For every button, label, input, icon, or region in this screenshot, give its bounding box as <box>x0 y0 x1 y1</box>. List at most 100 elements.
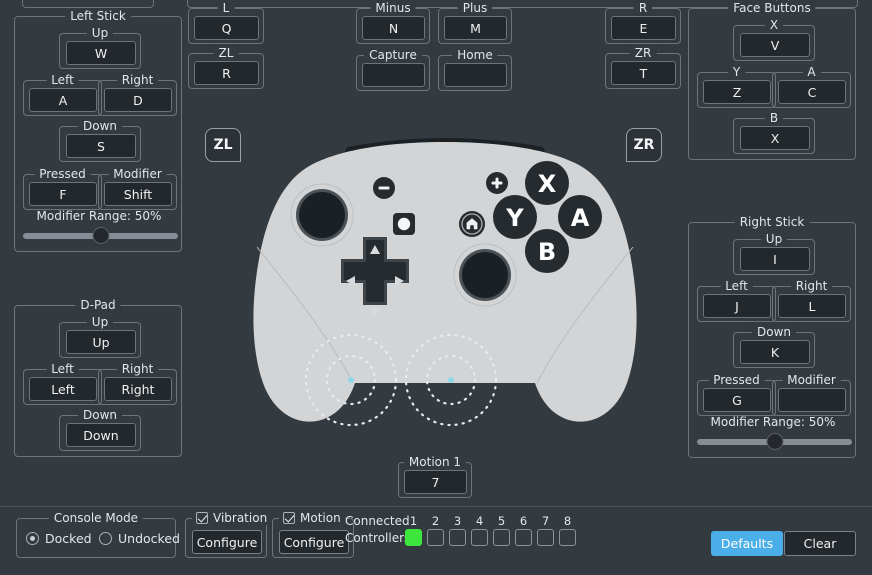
zr-field[interactable]: T <box>611 61 676 85</box>
group-motion-1: Motion 1 7 <box>398 455 472 498</box>
r-field[interactable]: E <box>611 16 676 40</box>
dpad-right-field[interactable]: Right <box>104 377 172 401</box>
radio-dot-docked <box>26 532 39 545</box>
home-button-art <box>459 211 485 237</box>
capture-field[interactable] <box>362 63 425 87</box>
controller-slot-2[interactable] <box>427 529 444 546</box>
right-stick-down-field[interactable]: K <box>740 340 810 364</box>
face-b-field[interactable]: X <box>740 126 810 150</box>
plus-button-art <box>486 172 508 194</box>
motion-configure-button[interactable]: Configure <box>279 530 349 554</box>
checkbox-label-vibration: Vibration <box>213 511 268 525</box>
zl-field[interactable]: R <box>194 61 259 85</box>
group-left-stick: Left Stick Up W Left A Right D Down S Pr… <box>14 9 182 252</box>
plus-field[interactable]: M <box>444 16 507 40</box>
right-stick-modifier-range-slider[interactable] <box>697 433 852 451</box>
group-face-buttons: Face Buttons X V Y Z A C B X <box>688 1 856 160</box>
controller-slot-8[interactable] <box>559 529 576 546</box>
partial-group-left <box>22 0 154 8</box>
vibration-configure-button[interactable]: Configure <box>192 530 262 554</box>
label-home: Home <box>452 48 498 62</box>
face-button-b-art: B <box>525 229 569 273</box>
minus-button-art <box>373 177 395 199</box>
group-right-stick-up: Up I <box>733 232 815 275</box>
controller-slot-7[interactable] <box>537 529 554 546</box>
group-dpad-right: Right Right <box>98 362 177 405</box>
label-modifier: Modifier <box>108 167 167 181</box>
left-stick-pressed-field[interactable]: F <box>29 182 97 206</box>
label-l: L <box>217 1 235 15</box>
right-stick-left-field[interactable]: J <box>703 294 771 318</box>
face-y-field[interactable]: Z <box>703 80 771 104</box>
right-stick-up-field[interactable]: I <box>740 247 810 271</box>
label-a: A <box>802 65 821 79</box>
dpad-down-field[interactable]: Down <box>66 423 136 447</box>
group-right-stick-down: Down K <box>733 325 815 368</box>
label-pressed: Pressed <box>34 167 91 181</box>
vibration-checkbox[interactable]: Vibration <box>192 511 272 525</box>
label-right: Right <box>116 362 159 376</box>
l-field[interactable]: Q <box>194 16 259 40</box>
label-y: Y <box>727 65 746 79</box>
face-a-field[interactable]: C <box>778 80 846 104</box>
group-dpad-up: Up Up <box>59 315 141 358</box>
controller-slot-6[interactable] <box>515 529 532 546</box>
group-l: L Q <box>188 1 264 44</box>
left-stick-left-field[interactable]: A <box>29 88 97 112</box>
motion-checkbox[interactable]: Motion <box>279 511 345 525</box>
clear-button[interactable]: Clear <box>784 531 856 556</box>
controller-slot-3[interactable] <box>449 529 466 546</box>
radio-undocked[interactable]: Undocked <box>99 531 180 546</box>
label-capture: Capture <box>364 48 422 62</box>
group-title-console-mode: Console Mode <box>48 511 144 525</box>
label-right: Right <box>790 279 833 293</box>
group-dpad-down: Down Down <box>59 408 141 451</box>
label-right: Right <box>116 73 159 87</box>
group-right-stick-modifier: Modifier <box>772 373 851 416</box>
dpad-up-field[interactable]: Up <box>66 330 136 354</box>
slider-handle[interactable] <box>766 433 783 450</box>
left-stick-range-label: Modifier Range: 50% <box>36 209 162 223</box>
label-zl: ZL <box>213 46 239 60</box>
group-face-b: B X <box>733 111 815 154</box>
connected-label-line1: Connected <box>345 514 410 528</box>
controller-slot-5[interactable] <box>493 529 510 546</box>
group-title-d-pad: D-Pad <box>75 298 121 312</box>
group-capture: Capture <box>356 48 430 91</box>
radio-docked[interactable]: Docked <box>26 531 92 546</box>
home-field[interactable] <box>444 63 507 87</box>
label-up: Up <box>86 26 114 40</box>
left-stick-down-field[interactable]: S <box>66 134 136 158</box>
label-r: R <box>633 1 653 15</box>
left-stick-modifier-range-slider[interactable] <box>23 227 178 245</box>
capture-button-art <box>393 213 415 235</box>
right-stick-right-field[interactable]: L <box>778 294 846 318</box>
controller-slot-1[interactable] <box>405 529 422 546</box>
right-stick-modifier-field[interactable] <box>778 388 846 412</box>
group-motion: Motion Configure <box>272 511 354 558</box>
slider-handle[interactable] <box>92 227 109 244</box>
controller-number-2: 2 <box>431 514 440 528</box>
group-d-pad: D-Pad Up Up Left Left Right Right Down D… <box>14 298 182 457</box>
group-left-stick-pressed: Pressed F <box>23 167 102 210</box>
face-x-field[interactable]: V <box>740 33 810 57</box>
group-left-stick-modifier: Modifier Shift <box>98 167 177 210</box>
controller-number-8: 8 <box>563 514 572 528</box>
label-modifier: Modifier <box>782 373 841 387</box>
defaults-button[interactable]: Defaults <box>711 531 783 556</box>
label-up: Up <box>86 315 114 329</box>
right-stick-pressed-field[interactable]: G <box>703 388 771 412</box>
motion-1-field[interactable]: 7 <box>404 470 467 494</box>
svg-text:B: B <box>538 238 556 266</box>
minus-field[interactable]: N <box>362 16 425 40</box>
group-plus: Plus M <box>438 1 512 44</box>
left-stick-right-field[interactable]: D <box>104 88 172 112</box>
left-stick-up-field[interactable]: W <box>66 41 136 65</box>
group-right-stick: Right Stick Up I Left J Right L Down K P… <box>688 215 856 458</box>
dpad-left-field[interactable]: Left <box>29 377 97 401</box>
controller-diagram: X Y A B <box>235 135 655 445</box>
controller-slot-4[interactable] <box>471 529 488 546</box>
face-button-a-art: A <box>558 195 602 239</box>
left-stick-modifier-field[interactable]: Shift <box>104 182 172 206</box>
label-pressed: Pressed <box>708 373 765 387</box>
